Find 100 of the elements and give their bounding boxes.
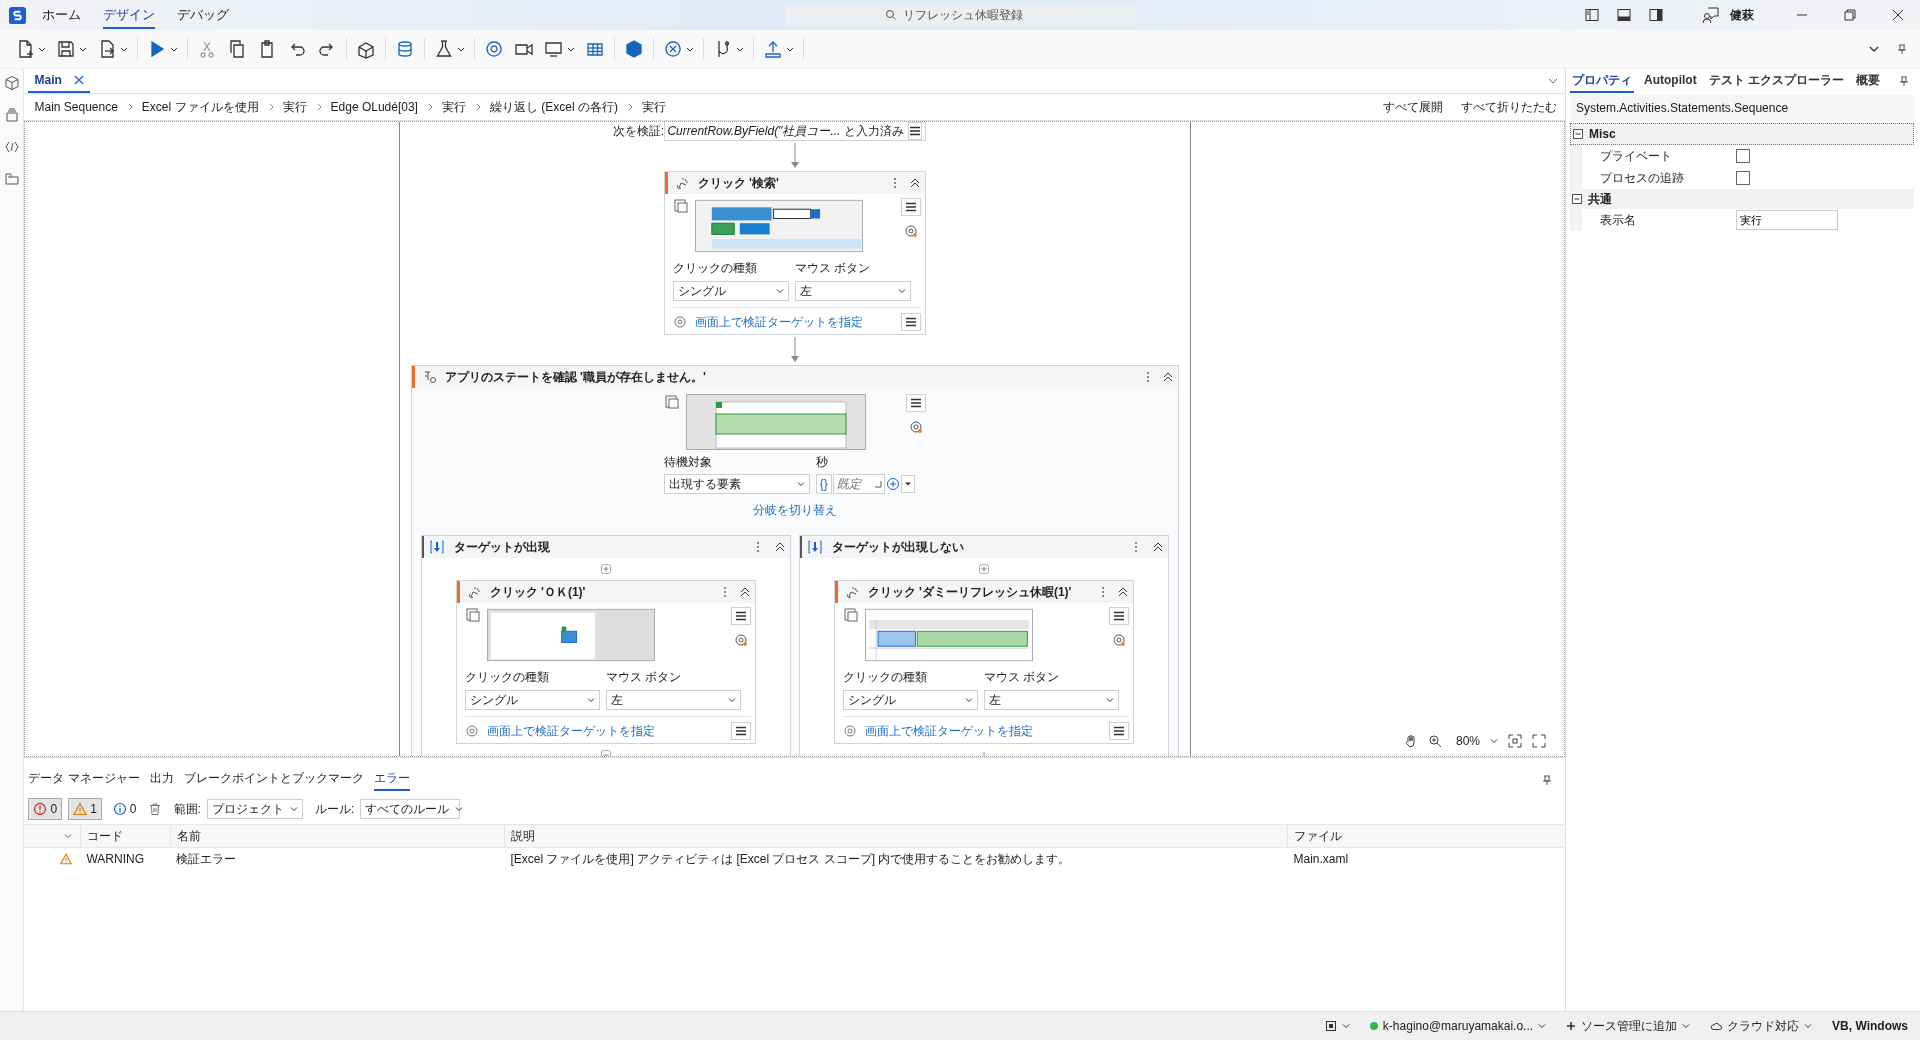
rule-dropdown[interactable]: すべてのルール <box>360 799 461 819</box>
screenshot-icon[interactable] <box>842 607 859 623</box>
menu-button[interactable] <box>730 607 751 625</box>
collapse-icon[interactable] <box>738 586 751 598</box>
code-icon[interactable] <box>3 139 20 155</box>
close-icon[interactable] <box>1890 7 1906 23</box>
error-filter-button[interactable]: 0 <box>28 798 63 820</box>
account-menu[interactable]: k-hagino@maruyamakai.o... <box>1382 1019 1534 1033</box>
checkbox[interactable] <box>1736 149 1750 163</box>
target-icon[interactable] <box>1111 633 1126 647</box>
fullscreen-icon[interactable] <box>1532 734 1546 748</box>
switch-branches-link[interactable]: 分岐を切り替え <box>752 502 837 519</box>
collapse-icon[interactable] <box>1116 586 1129 598</box>
mouse-button-dropdown[interactable]: 左 <box>605 690 741 710</box>
verify-target-link[interactable]: 画面上で検証ターゲットを指定 <box>864 722 1033 740</box>
collapse-icon[interactable] <box>908 177 921 189</box>
caret-icon[interactable] <box>1490 737 1498 745</box>
column-header[interactable]: 説明 <box>504 825 1288 847</box>
feedback-icon[interactable] <box>1702 6 1720 24</box>
pin-icon[interactable] <box>1541 774 1553 786</box>
breadcrumb-item[interactable]: 繰り返し (Excel の各行) <box>489 98 618 116</box>
trash-icon[interactable] <box>147 802 162 816</box>
menu-button[interactable] <box>907 122 922 140</box>
click-type-dropdown[interactable]: シングル <box>842 690 978 710</box>
pin-icon[interactable] <box>1896 43 1908 55</box>
mouse-button-dropdown[interactable]: 左 <box>983 690 1119 710</box>
branch-header[interactable]: ターゲットが出現 <box>421 536 790 558</box>
panel-tab[interactable]: 出力 <box>149 769 174 791</box>
collapse-icon[interactable] <box>1151 541 1164 553</box>
warning-filter-button[interactable]: 1 <box>68 798 102 820</box>
menu-button[interactable] <box>1108 722 1129 740</box>
wait-for-dropdown[interactable]: 出現する要素 <box>663 474 810 494</box>
property-input-field[interactable]: 実行 <box>1736 210 1838 230</box>
screenshot-icon[interactable] <box>672 198 689 214</box>
breadcrumb-item[interactable]: 実行 <box>641 98 666 116</box>
panel-tab[interactable]: 概要 <box>1854 69 1882 93</box>
panel-tab[interactable]: ブレークポイントとブックマーク <box>183 769 364 791</box>
expression-button[interactable]: {} <box>815 474 832 494</box>
close-icon[interactable] <box>73 75 84 85</box>
target-icon[interactable] <box>733 633 748 647</box>
collapse-icon[interactable] <box>773 541 786 553</box>
folders-icon[interactable] <box>3 171 20 187</box>
checkbox[interactable] <box>1736 171 1750 185</box>
breadcrumb-item[interactable]: Excel ファイルを使用 <box>141 98 259 116</box>
pin-icon[interactable] <box>1898 75 1910 87</box>
verify-target-link[interactable]: 画面上で検証ターゲットを指定 <box>694 313 863 331</box>
panel-tab[interactable]: エラー <box>373 769 410 791</box>
target-icon[interactable] <box>908 420 923 434</box>
property-category[interactable]: 共通 <box>1570 189 1914 209</box>
cloud-compatibility-button[interactable]: クラウド対応 <box>1710 1017 1813 1035</box>
scope-dropdown[interactable]: プロジェクト <box>206 799 303 819</box>
column-header[interactable]: コード <box>80 825 171 847</box>
document-tab[interactable]: Main <box>28 69 90 93</box>
caret-icon[interactable] <box>1538 1022 1547 1030</box>
mouse-button-dropdown[interactable]: 左 <box>794 281 911 301</box>
right-panel-icon[interactable] <box>1648 7 1664 23</box>
column-header[interactable]: 名前 <box>170 825 505 847</box>
screenshot-icon[interactable] <box>464 607 481 623</box>
breadcrumb-item[interactable]: Edge OLudé[03] <box>330 100 418 114</box>
screenshot-icon[interactable] <box>663 394 680 410</box>
user-name[interactable]: 健萩 <box>1730 6 1754 24</box>
zoom-in-icon[interactable] <box>1427 734 1442 748</box>
fit-to-screen-icon[interactable] <box>1508 734 1522 748</box>
property-category[interactable]: Misc <box>1570 123 1914 145</box>
zoom-level[interactable]: 80% <box>1455 734 1480 748</box>
table-row[interactable]: WARNING 検証エラー [Excel ファイルを使用] アクティビティは [Excel プロセス スコープ] 内で使用することをお勧めします。 Main.xaml <box>24 848 1565 870</box>
menu-button[interactable] <box>1108 607 1129 625</box>
left-panel-icon[interactable] <box>1584 7 1600 23</box>
activity-header[interactable]: クリック 'ＯＫ(1)' <box>456 581 755 603</box>
panel-tab[interactable]: テスト エクスプローラー <box>1706 69 1846 93</box>
hand-icon[interactable] <box>1403 734 1418 748</box>
menu-button[interactable] <box>900 313 921 331</box>
menu-button[interactable] <box>730 722 751 740</box>
expand-collapse-button[interactable]: すべて折りたたむ <box>1461 98 1557 116</box>
source-control-menu[interactable] <box>1324 1020 1350 1032</box>
add-to-source-control-button[interactable]: ソース管理に追加 <box>1566 1017 1691 1035</box>
panel-tab[interactable]: Autopilot <box>1642 69 1699 93</box>
add-circle-icon[interactable] <box>885 477 900 491</box>
options-dropdown-button[interactable] <box>900 475 915 493</box>
activity-header[interactable]: クリック 'ダミーリフレッシュ休暇(1)' <box>834 581 1133 603</box>
panel-tab[interactable]: プロパティ <box>1570 69 1634 93</box>
activity-header[interactable]: アプリのステートを確認 '職員が存在しません。' <box>411 366 1178 388</box>
collapse-icon[interactable] <box>1161 371 1174 383</box>
expand-collapse-button[interactable]: すべて展開 <box>1383 98 1443 116</box>
search-field[interactable]: リフレッシュ休暇登録 <box>785 4 1135 26</box>
cube-icon[interactable] <box>3 75 20 91</box>
breadcrumb-item[interactable]: Main Sequence <box>34 100 118 114</box>
restore-icon[interactable] <box>1842 7 1858 23</box>
breadcrumb-item[interactable]: 実行 <box>441 98 466 116</box>
column-header[interactable]: ファイル <box>1287 825 1488 847</box>
menu-button[interactable] <box>905 394 926 412</box>
project-language[interactable]: VB, Windows <box>1832 1019 1908 1033</box>
panel-tab[interactable]: データ マネージャー <box>28 769 140 791</box>
activity-header[interactable]: クリック '検索' <box>664 172 925 194</box>
target-icon[interactable] <box>903 224 918 238</box>
click-type-dropdown[interactable]: シングル <box>672 281 789 301</box>
breadcrumb-item[interactable]: 実行 <box>282 98 307 116</box>
branch-header[interactable]: ターゲットが出現しない <box>799 536 1168 558</box>
menu-button[interactable] <box>900 198 921 216</box>
verify-target-link[interactable]: 画面上で検証ターゲットを指定 <box>486 722 655 740</box>
